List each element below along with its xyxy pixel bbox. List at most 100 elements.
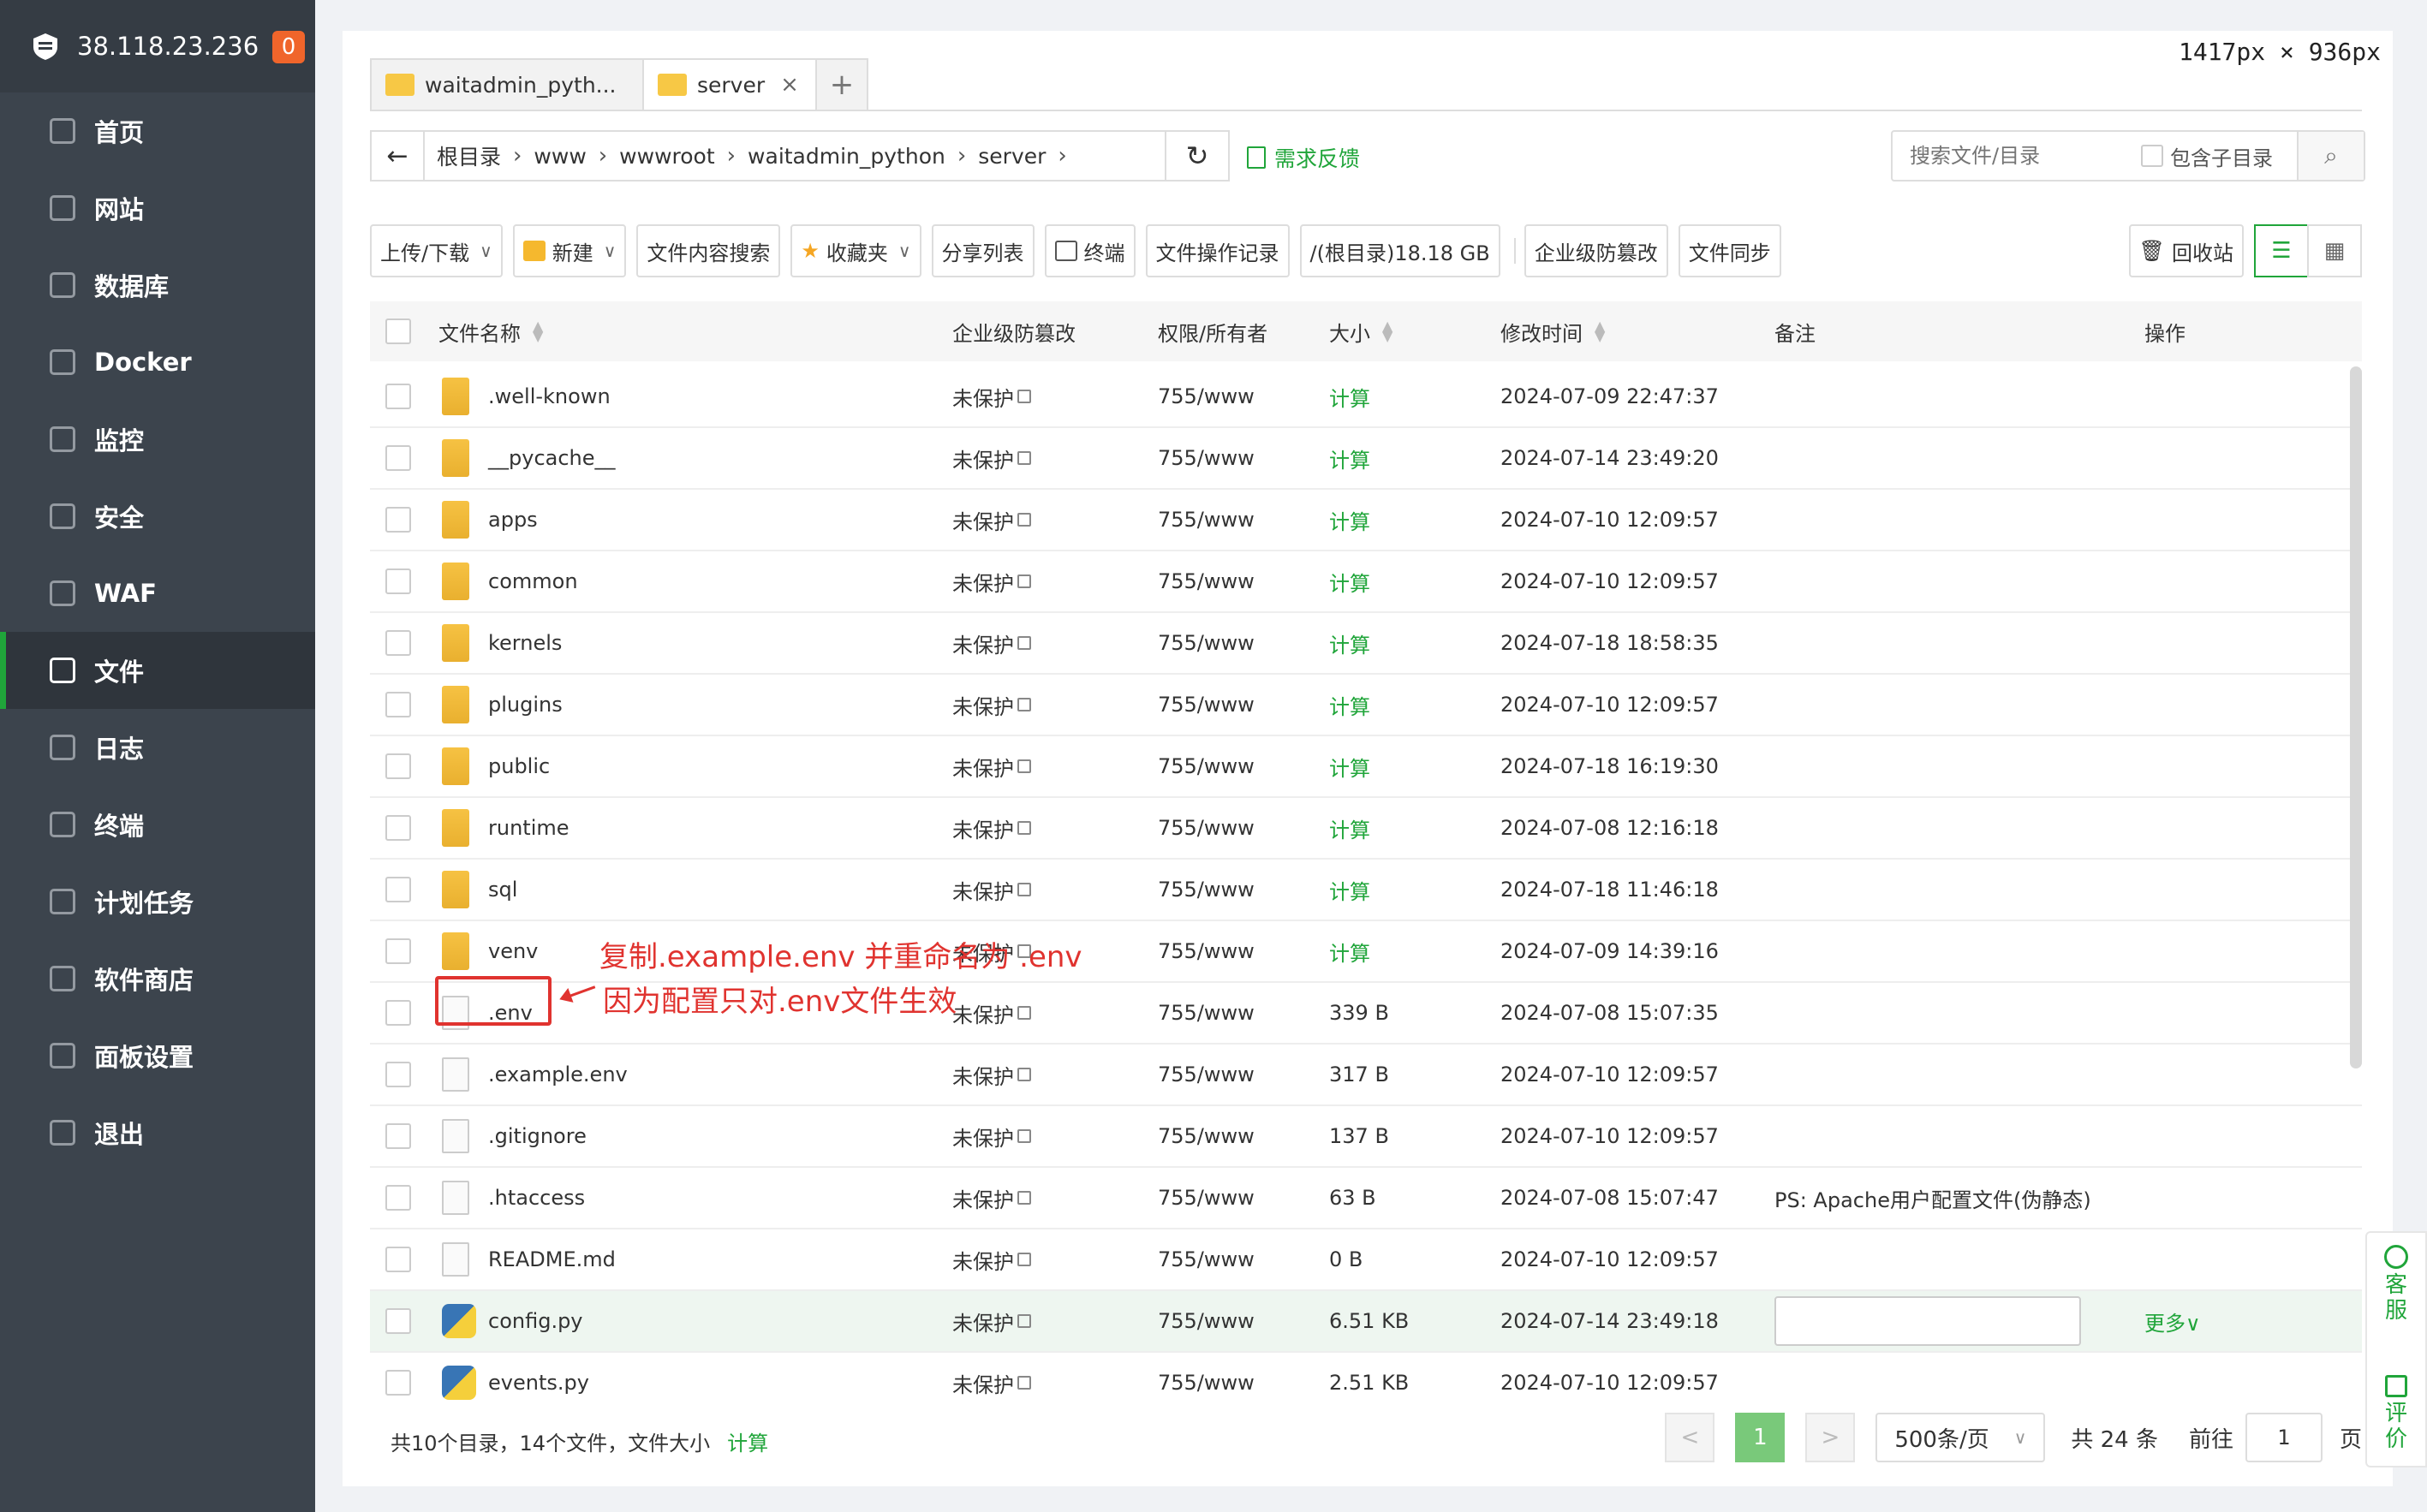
row-checkbox[interactable] (385, 507, 411, 533)
unlock-icon[interactable] (1017, 1129, 1031, 1143)
search-icon[interactable]: ⌕ (2297, 132, 2364, 180)
unlock-icon[interactable] (1017, 1314, 1031, 1328)
row-checkbox[interactable] (385, 815, 411, 841)
table-row[interactable]: .htaccess 未保护 755/www 63 B 2024-07-08 15:07:… (370, 1168, 2362, 1229)
row-checkbox[interactable] (385, 1062, 411, 1087)
table-row[interactable]: plugins 未保护 755/www 计算 2024-07-10 12:09:57 (370, 675, 2362, 736)
row-checkbox[interactable] (385, 692, 411, 717)
back-arrow-icon[interactable]: ← (372, 132, 425, 180)
search-input[interactable] (1893, 133, 2141, 179)
crumb-root[interactable]: 根目录 (425, 140, 513, 171)
file-name[interactable]: apps (488, 490, 538, 550)
crumb-waitadmin-python[interactable]: waitadmin_python (736, 144, 957, 169)
page-1-button[interactable]: 1 (1735, 1413, 1786, 1462)
recycle-bin-button[interactable]: 🗑 回收站 (2128, 224, 2244, 277)
tab-waitadmin[interactable]: waitadmin_pyth... (370, 58, 644, 111)
file-size[interactable]: 计算 (1329, 428, 1370, 488)
file-name[interactable]: events.py (488, 1353, 589, 1408)
table-row[interactable]: config.py 未保护 755/www 6.51 KB 2024-07-14 23:… (370, 1291, 2362, 1353)
new-button[interactable]: 新建 ∨ (512, 224, 627, 277)
row-checkbox[interactable] (385, 753, 411, 779)
table-row[interactable]: README.md 未保护 755/www 0 B 2024-07-10 12:09:5… (370, 1229, 2362, 1291)
next-page-button[interactable]: > (1805, 1413, 1856, 1462)
alert-badge[interactable]: 0 (272, 31, 305, 63)
sidebar-item-12[interactable]: 面板设置 (0, 1017, 315, 1094)
file-size[interactable]: 计算 (1329, 675, 1370, 735)
sidebar-item-1[interactable]: 网站 (0, 170, 315, 247)
sidebar-item-9[interactable]: 终端 (0, 786, 315, 863)
file-name[interactable]: .example.env (488, 1045, 628, 1104)
file-name[interactable]: __pycache__ (488, 428, 616, 488)
table-row[interactable]: runtime 未保护 755/www 计算 2024-07-08 12:16:18 (370, 798, 2362, 860)
row-checkbox[interactable] (385, 445, 411, 471)
terminal-button[interactable]: 终端 (1044, 224, 1136, 277)
sidebar-item-3[interactable]: Docker (0, 324, 315, 401)
share-list-button[interactable]: 分享列表 (931, 224, 1035, 277)
unlock-icon[interactable] (1017, 513, 1031, 527)
file-name[interactable]: venv (488, 921, 538, 981)
favorites-button[interactable]: ★ 收藏夹 ∨ (790, 224, 921, 277)
sidebar-item-10[interactable]: 计划任务 (0, 863, 315, 940)
unlock-icon[interactable] (1017, 1068, 1031, 1081)
sidebar-item-13[interactable]: 退出 (0, 1094, 315, 1171)
row-checkbox[interactable] (385, 1000, 411, 1026)
calc-size-link[interactable]: 计算 (727, 1426, 768, 1456)
file-name[interactable]: config.py (488, 1291, 583, 1351)
table-row[interactable]: .example.env 未保护 755/www 317 B 2024-07-10 12… (370, 1045, 2362, 1106)
sidebar-item-7[interactable]: 文件 (0, 632, 315, 709)
unlock-icon[interactable] (1017, 759, 1031, 773)
per-page-select[interactable]: 500条/页 ∨ (1875, 1413, 2046, 1462)
row-checkbox[interactable] (385, 1308, 411, 1334)
row-checkbox[interactable] (385, 1185, 411, 1211)
file-size[interactable]: 计算 (1329, 613, 1370, 673)
file-name[interactable]: runtime (488, 798, 569, 858)
grid-view-icon[interactable]: ▦ (2307, 224, 2362, 277)
file-name[interactable]: .gitignore (488, 1106, 587, 1166)
crumb-www[interactable]: www (522, 144, 598, 169)
crumb-server[interactable]: server (966, 144, 1058, 169)
sidebar-item-11[interactable]: 软件商店 (0, 940, 315, 1017)
row-checkbox[interactable] (385, 384, 411, 409)
file-name[interactable]: public (488, 736, 550, 796)
remark-input[interactable] (1774, 1296, 2081, 1346)
file-size[interactable]: 计算 (1329, 551, 1370, 611)
unlock-icon[interactable] (1017, 821, 1031, 835)
include-subdir-checkbox[interactable] (2141, 145, 2163, 167)
col-mtime[interactable]: 修改时间 ▲ ▼ (1500, 301, 1605, 361)
file-name[interactable]: common (488, 551, 578, 611)
file-name[interactable]: sql (488, 860, 517, 920)
content-search-button[interactable]: 文件内容搜索 (636, 224, 781, 277)
col-size[interactable]: 大小 ▲ ▼ (1329, 301, 1392, 361)
table-row[interactable]: apps 未保护 755/www 计算 2024-07-10 12:09:57 (370, 490, 2362, 551)
table-row[interactable]: .well-known 未保护 755/www 计算 2024-07-09 22:47:… (370, 366, 2362, 428)
sidebar-item-5[interactable]: 安全 (0, 478, 315, 555)
file-size[interactable]: 计算 (1329, 490, 1370, 550)
prev-page-button[interactable]: < (1665, 1413, 1715, 1462)
include-subdir-option[interactable]: 包含子目录 (2141, 141, 2273, 171)
sidebar-item-4[interactable]: 监控 (0, 401, 315, 478)
close-icon[interactable]: × (780, 72, 799, 98)
file-name[interactable]: .htaccess (488, 1168, 585, 1228)
sidebar-item-2[interactable]: 数据库 (0, 247, 315, 324)
file-size[interactable]: 计算 (1329, 921, 1370, 981)
unlock-icon[interactable] (1017, 451, 1031, 465)
row-checkbox[interactable] (385, 877, 411, 902)
feedback-link[interactable]: 需求反馈 (1247, 142, 1360, 173)
unlock-icon[interactable] (1017, 390, 1031, 403)
table-row[interactable]: common 未保护 755/www 计算 2024-07-10 12:09:57 (370, 551, 2362, 613)
tamper-button[interactable]: 企业级防篡改 (1524, 224, 1668, 277)
table-row[interactable]: __pycache__ 未保护 755/www 计算 2024-07-14 23:49:… (370, 428, 2362, 490)
unlock-icon[interactable] (1017, 1253, 1031, 1266)
table-row[interactable]: public 未保护 755/www 计算 2024-07-18 16:19:30 (370, 736, 2362, 798)
file-size[interactable]: 计算 (1329, 798, 1370, 858)
unlock-icon[interactable] (1017, 636, 1031, 650)
select-all-checkbox[interactable] (385, 318, 411, 344)
unlock-icon[interactable] (1017, 883, 1031, 896)
file-name[interactable]: README.md (488, 1229, 616, 1289)
row-checkbox[interactable] (385, 938, 411, 964)
op-log-button[interactable]: 文件操作记录 (1145, 224, 1290, 277)
row-checkbox[interactable] (385, 1123, 411, 1149)
add-tab-button[interactable]: + (815, 58, 868, 111)
unlock-icon[interactable] (1017, 1006, 1031, 1020)
row-checkbox[interactable] (385, 1370, 411, 1396)
